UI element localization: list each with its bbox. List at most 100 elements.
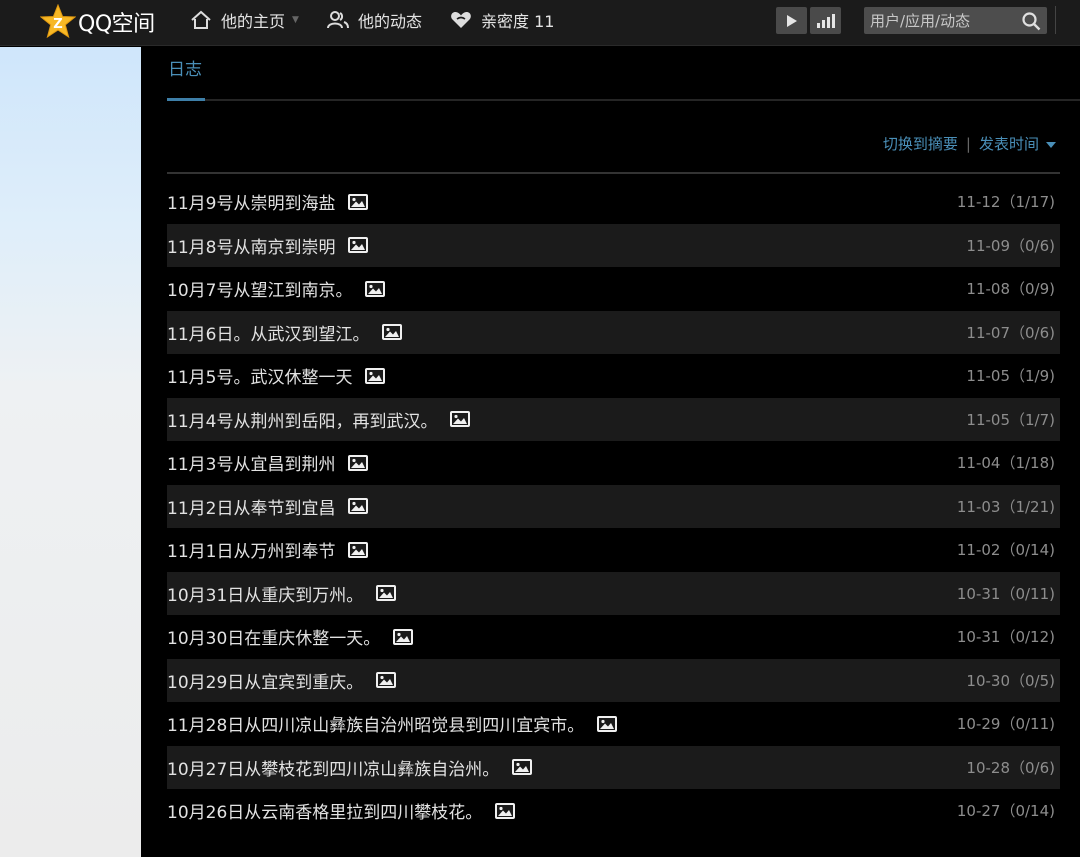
blog-entry-row[interactable]: 11月4号从荆州到岳阳，再到武汉。 11-05（1/7) [167, 397, 1060, 441]
blog-entry-date-stats: 11-12（1/17) [956, 193, 1055, 212]
image-icon [347, 541, 369, 559]
image-icon [375, 584, 397, 602]
home-icon [191, 10, 211, 29]
blog-entry-title[interactable]: 11月8号从南京到崇明 [167, 233, 335, 258]
blog-entry-title[interactable]: 11月4号从荆州到岳阳，再到武汉。 [167, 407, 437, 432]
blog-entry-date-stats: 11-08（0/9) [966, 280, 1055, 299]
logo-text: QQ空间 [78, 12, 155, 37]
nav-his-feed[interactable]: 他的动态 [327, 0, 422, 40]
toolbar-separator: | [965, 134, 971, 153]
image-icon [347, 236, 369, 254]
blog-entry-title-group: 10月26日从云南香格里拉到四川攀枝花。 [167, 798, 516, 823]
blog-entry-title[interactable]: 11月1日从万州到奉节 [167, 537, 335, 562]
blog-entry-title[interactable]: 11月9号从崇明到海盐 [167, 189, 335, 214]
blog-entry-title-group: 11月3号从宜昌到荆州 [167, 450, 369, 475]
blog-entry-title-group: 11月28日从四川凉山彝族自治州昭觉县到四川宜宾市。 [167, 711, 618, 736]
blog-entry-title-group: 11月9号从崇明到海盐 [167, 189, 369, 214]
blog-entry-date-stats: 10-30（0/5) [966, 671, 1055, 690]
search-icon[interactable] [1021, 11, 1041, 31]
blog-entry-date-stats: 10-28（0/6) [966, 758, 1055, 777]
image-icon [347, 193, 369, 211]
blog-entry-title[interactable]: 10月30日在重庆休整一天。 [167, 624, 380, 649]
blog-entry-title[interactable]: 10月7号从望江到南京。 [167, 276, 352, 301]
blog-entry-row[interactable]: 11月1日从万州到奉节 11-02（0/14) [167, 528, 1060, 572]
nav-his-home[interactable]: 他的主页 ▼ [190, 0, 299, 40]
blog-entry-date-stats: 10-31（0/12) [956, 628, 1055, 647]
heart-icon [451, 12, 471, 28]
topbar-divider [1055, 6, 1056, 34]
chevron-down-icon: ▼ [292, 15, 299, 25]
blog-entry-date-stats: 10-31（0/11) [956, 584, 1055, 603]
blog-entry-row[interactable]: 11月9号从崇明到海盐 11-12（1/17) [167, 180, 1060, 224]
blog-entry-title[interactable]: 10月26日从云南香格里拉到四川攀枝花。 [167, 798, 482, 823]
blog-entry-date-stats: 10-29（0/11) [956, 715, 1055, 734]
blog-entry-date-stats: 10-27（0/14) [956, 802, 1055, 821]
blog-entry-title[interactable]: 11月2日从奉节到宜昌 [167, 494, 335, 519]
top-navigation-bar: Z QQ空间 他的主页 ▼ 他的动态 亲密度 11 [0, 0, 1080, 46]
switch-to-summary-link[interactable]: 切换到摘要 [883, 133, 958, 154]
blog-entry-title-group: 10月31日从重庆到万州。 [167, 581, 397, 606]
list-toolbar: 切换到摘要 | 发表时间 [883, 133, 1056, 154]
image-icon [494, 802, 516, 820]
sort-by-time-dropdown[interactable]: 发表时间 [979, 133, 1039, 154]
blog-entry-row[interactable]: 10月30日在重庆休整一天。 10-31（0/12) [167, 615, 1060, 659]
blog-entry-title[interactable]: 10月27日从攀枝花到四川凉山彝族自治州。 [167, 755, 499, 780]
blog-entry-title-group: 11月8号从南京到崇明 [167, 233, 369, 258]
tab-blog[interactable]: 日志 [168, 55, 202, 80]
blog-entry-title-group: 11月2日从奉节到宜昌 [167, 494, 369, 519]
music-bars-button[interactable] [810, 7, 841, 34]
image-icon [381, 323, 403, 341]
blog-entry-title-group: 10月7号从望江到南京。 [167, 276, 386, 301]
play-icon [786, 14, 797, 27]
blog-entry-title[interactable]: 11月5号。武汉休整一天 [167, 363, 352, 388]
blog-entry-title[interactable]: 11月6日。从武汉到望江。 [167, 320, 369, 345]
blog-entry-title-group: 11月1日从万州到奉节 [167, 537, 369, 562]
blog-entry-row[interactable]: 11月3号从宜昌到荆州 11-04（1/18) [167, 441, 1060, 485]
blog-entry-date-stats: 11-02（0/14) [956, 541, 1055, 560]
blog-entry-row[interactable]: 11月6日。从武汉到望江。 11-07（0/6) [167, 310, 1060, 354]
nav-intimacy-label: 亲密度 11 [481, 12, 555, 31]
blog-entry-date-stats: 11-05（1/7) [966, 410, 1055, 429]
users-icon [327, 11, 349, 29]
blog-entry-row[interactable]: 10月27日从攀枝花到四川凉山彝族自治州。 10-28（0/6) [167, 745, 1060, 789]
blog-entry-title[interactable]: 11月28日从四川凉山彝族自治州昭觉县到四川宜宾市。 [167, 711, 584, 736]
blog-entry-title[interactable]: 10月29日从宜宾到重庆。 [167, 668, 363, 693]
blog-entry-row[interactable]: 11月8号从南京到崇明 11-09（0/6) [167, 223, 1060, 267]
list-divider [167, 172, 1060, 174]
image-icon [449, 410, 471, 428]
blog-entry-row[interactable]: 10月7号从望江到南京。 11-08（0/9) [167, 267, 1060, 311]
blog-entry-title[interactable]: 10月31日从重庆到万州。 [167, 581, 363, 606]
image-icon [347, 454, 369, 472]
blog-entry-date-stats: 11-09（0/6) [966, 236, 1055, 255]
blog-entry-date-stats: 11-03（1/21) [956, 497, 1055, 516]
play-button[interactable] [776, 7, 807, 34]
search-input[interactable] [864, 11, 1014, 30]
blog-entry-row[interactable]: 10月26日从云南香格里拉到四川攀枝花。 10-27（0/14) [167, 789, 1060, 833]
image-icon [347, 497, 369, 515]
search-box [864, 7, 1047, 34]
tab-divider [205, 99, 1080, 101]
blog-entry-date-stats: 11-04（1/18) [956, 454, 1055, 473]
blog-entry-title-group: 10月27日从攀枝花到四川凉山彝族自治州。 [167, 755, 533, 780]
blog-entry-date-stats: 11-07（0/6) [966, 323, 1055, 342]
qzone-logo[interactable]: Z QQ空间 [40, 3, 155, 41]
image-icon [392, 628, 414, 646]
blog-entry-row[interactable]: 10月31日从重庆到万州。 10-31（0/11) [167, 571, 1060, 615]
star-logo-icon: Z [40, 4, 76, 39]
tab-active-indicator [167, 98, 205, 101]
blog-entry-title-group: 10月30日在重庆休整一天。 [167, 624, 414, 649]
blog-main-panel: 日志 切换到摘要 | 发表时间 11月9号从崇明到海盐 11-12（1/17) 11… [141, 47, 1080, 857]
image-icon [364, 367, 386, 385]
caret-down-icon[interactable] [1046, 141, 1056, 148]
blog-entry-title-group: 10月29日从宜宾到重庆。 [167, 668, 397, 693]
blog-entry-title-group: 11月5号。武汉休整一天 [167, 363, 386, 388]
blog-entry-row[interactable]: 11月2日从奉节到宜昌 11-03（1/21) [167, 484, 1060, 528]
left-background-panel [0, 47, 141, 857]
blog-entry-row[interactable]: 10月29日从宜宾到重庆。 10-30（0/5) [167, 658, 1060, 702]
bar-chart-icon [816, 13, 835, 28]
nav-intimacy[interactable]: 亲密度 11 [450, 0, 554, 40]
blog-entry-title-group: 11月4号从荆州到岳阳，再到武汉。 [167, 407, 471, 432]
blog-entry-title[interactable]: 11月3号从宜昌到荆州 [167, 450, 335, 475]
blog-entry-row[interactable]: 11月5号。武汉休整一天 11-05（1/9) [167, 354, 1060, 398]
blog-entry-row[interactable]: 11月28日从四川凉山彝族自治州昭觉县到四川宜宾市。 10-29（0/11) [167, 702, 1060, 746]
